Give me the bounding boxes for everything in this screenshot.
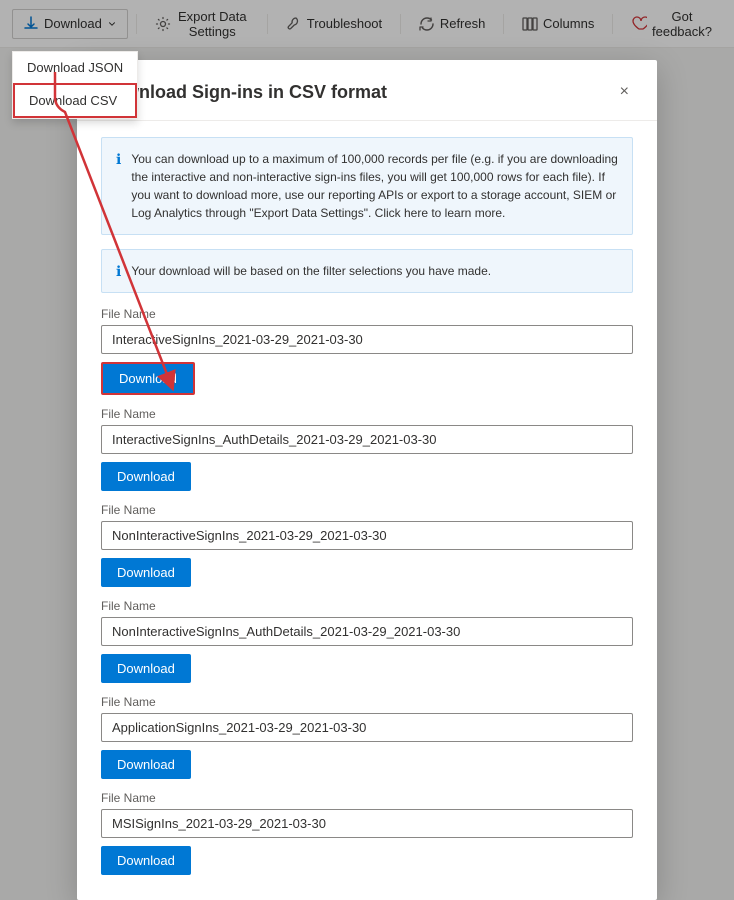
- file-label-0: File Name: [101, 307, 633, 321]
- file-input-5[interactable]: [101, 809, 633, 838]
- modal-overlay: Download Sign-ins in CSV format × ℹ You …: [0, 0, 734, 900]
- file-sections-container: File NameDownloadFile NameDownloadFile N…: [101, 307, 633, 875]
- modal-dialog: Download Sign-ins in CSV format × ℹ You …: [77, 60, 657, 900]
- file-label-5: File Name: [101, 791, 633, 805]
- info-text-2: Your download will be based on the filte…: [131, 262, 491, 280]
- file-section-5: File Name Download: [101, 791, 633, 875]
- info-icon-2: ℹ: [116, 263, 121, 280]
- file-download-button-3[interactable]: Download: [101, 654, 191, 683]
- file-section-2: File Name Download: [101, 503, 633, 587]
- file-download-button-5[interactable]: Download: [101, 846, 191, 875]
- download-csv-item[interactable]: Download CSV: [13, 83, 137, 118]
- file-input-1[interactable]: [101, 425, 633, 454]
- info-box-1: ℹ You can download up to a maximum of 10…: [101, 137, 633, 235]
- file-download-button-4[interactable]: Download: [101, 750, 191, 779]
- file-section-0: File Name Download: [101, 307, 633, 395]
- file-download-button-1[interactable]: Download: [101, 462, 191, 491]
- modal-title: Download Sign-ins in CSV format: [101, 82, 387, 103]
- modal-close-button[interactable]: ×: [616, 80, 633, 104]
- download-dropdown-menu: Download JSON Download CSV: [12, 51, 138, 119]
- file-input-4[interactable]: [101, 713, 633, 742]
- file-label-1: File Name: [101, 407, 633, 421]
- file-input-3[interactable]: [101, 617, 633, 646]
- info-text-1: You can download up to a maximum of 100,…: [131, 150, 618, 222]
- info-icon-1: ℹ: [116, 151, 121, 168]
- file-section-1: File Name Download: [101, 407, 633, 491]
- file-input-0[interactable]: [101, 325, 633, 354]
- file-label-4: File Name: [101, 695, 633, 709]
- file-input-2[interactable]: [101, 521, 633, 550]
- file-download-button-0[interactable]: Download: [101, 362, 195, 395]
- file-label-3: File Name: [101, 599, 633, 613]
- file-label-2: File Name: [101, 503, 633, 517]
- file-section-4: File Name Download: [101, 695, 633, 779]
- modal-body: ℹ You can download up to a maximum of 10…: [77, 121, 657, 900]
- file-section-3: File Name Download: [101, 599, 633, 683]
- info-box-2: ℹ Your download will be based on the fil…: [101, 249, 633, 293]
- download-json-item[interactable]: Download JSON: [13, 52, 137, 83]
- file-download-button-2[interactable]: Download: [101, 558, 191, 587]
- modal-header: Download Sign-ins in CSV format ×: [77, 60, 657, 121]
